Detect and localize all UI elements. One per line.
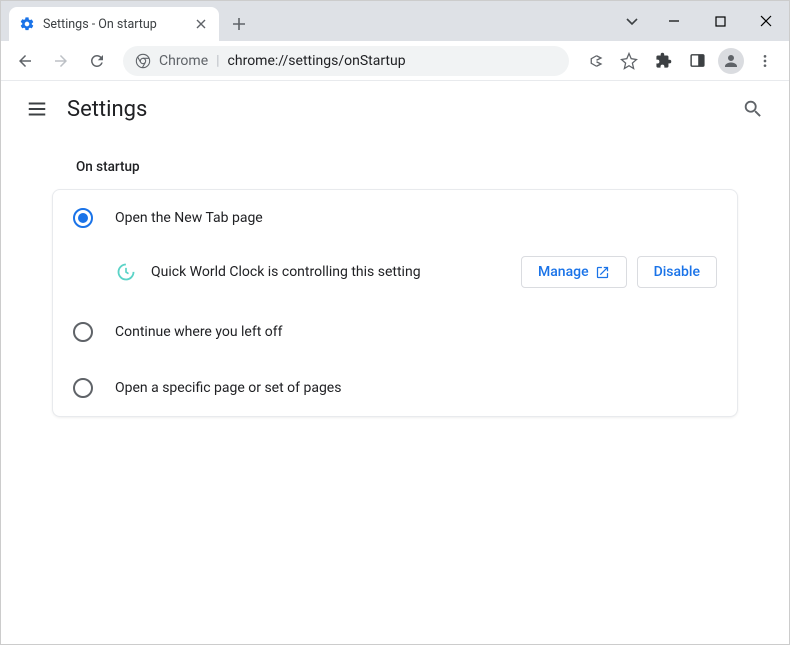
- extension-icon: [115, 261, 137, 283]
- radio-label: Continue where you left off: [115, 324, 283, 340]
- search-icon[interactable]: [733, 89, 773, 129]
- omnibox-url: chrome://settings/onStartup: [228, 53, 406, 69]
- section-title: On startup: [52, 145, 738, 189]
- settings-content: On startup Open the New Tab page Quick W…: [1, 137, 789, 417]
- radio-option-continue[interactable]: Continue where you left off: [53, 304, 737, 360]
- browser-toolbar: Chrome | chrome://settings/onStartup: [1, 41, 789, 81]
- tab-title: Settings - On startup: [43, 17, 185, 32]
- forward-button[interactable]: [45, 45, 77, 77]
- disable-button-label: Disable: [654, 264, 700, 280]
- reload-button[interactable]: [81, 45, 113, 77]
- extensions-icon[interactable]: [647, 45, 679, 77]
- radio-icon: [73, 378, 93, 398]
- address-bar[interactable]: Chrome | chrome://settings/onStartup: [123, 46, 569, 76]
- extension-controlling-notice: Quick World Clock is controlling this se…: [53, 246, 737, 304]
- menu-icon[interactable]: [749, 45, 781, 77]
- window-controls: [613, 1, 789, 41]
- radio-option-specific-pages[interactable]: Open a specific page or set of pages: [53, 360, 737, 416]
- hamburger-menu-icon[interactable]: [17, 89, 57, 129]
- omnibox-origin: Chrome: [159, 53, 208, 69]
- omnibox-divider: |: [216, 53, 219, 69]
- radio-option-new-tab[interactable]: Open the New Tab page: [53, 190, 737, 246]
- radio-icon: [73, 208, 93, 228]
- gear-icon: [19, 16, 35, 32]
- back-button[interactable]: [9, 45, 41, 77]
- browser-tab[interactable]: Settings - On startup: [9, 7, 219, 41]
- share-icon[interactable]: [579, 45, 611, 77]
- manage-button-label: Manage: [538, 264, 589, 280]
- page-title: Settings: [67, 97, 147, 122]
- manage-button[interactable]: Manage: [521, 256, 627, 288]
- radio-label: Open a specific page or set of pages: [115, 380, 341, 396]
- radio-icon: [73, 322, 93, 342]
- chrome-icon: [135, 53, 151, 69]
- window-maximize-button[interactable]: [697, 6, 743, 36]
- close-icon[interactable]: [193, 16, 209, 32]
- profile-avatar[interactable]: [715, 45, 747, 77]
- extension-notice-text: Quick World Clock is controlling this se…: [151, 264, 507, 280]
- chevron-down-icon[interactable]: [613, 6, 651, 36]
- bookmark-icon[interactable]: [613, 45, 645, 77]
- disable-button[interactable]: Disable: [637, 256, 717, 288]
- window-titlebar: Settings - On startup: [1, 1, 789, 41]
- window-minimize-button[interactable]: [651, 6, 697, 36]
- open-in-new-icon: [595, 265, 610, 280]
- radio-label: Open the New Tab page: [115, 210, 263, 226]
- sidepanel-icon[interactable]: [681, 45, 713, 77]
- new-tab-button[interactable]: [225, 10, 253, 38]
- settings-header: Settings: [1, 81, 789, 137]
- window-close-button[interactable]: [743, 6, 789, 36]
- startup-card: Open the New Tab page Quick World Clock …: [52, 189, 738, 417]
